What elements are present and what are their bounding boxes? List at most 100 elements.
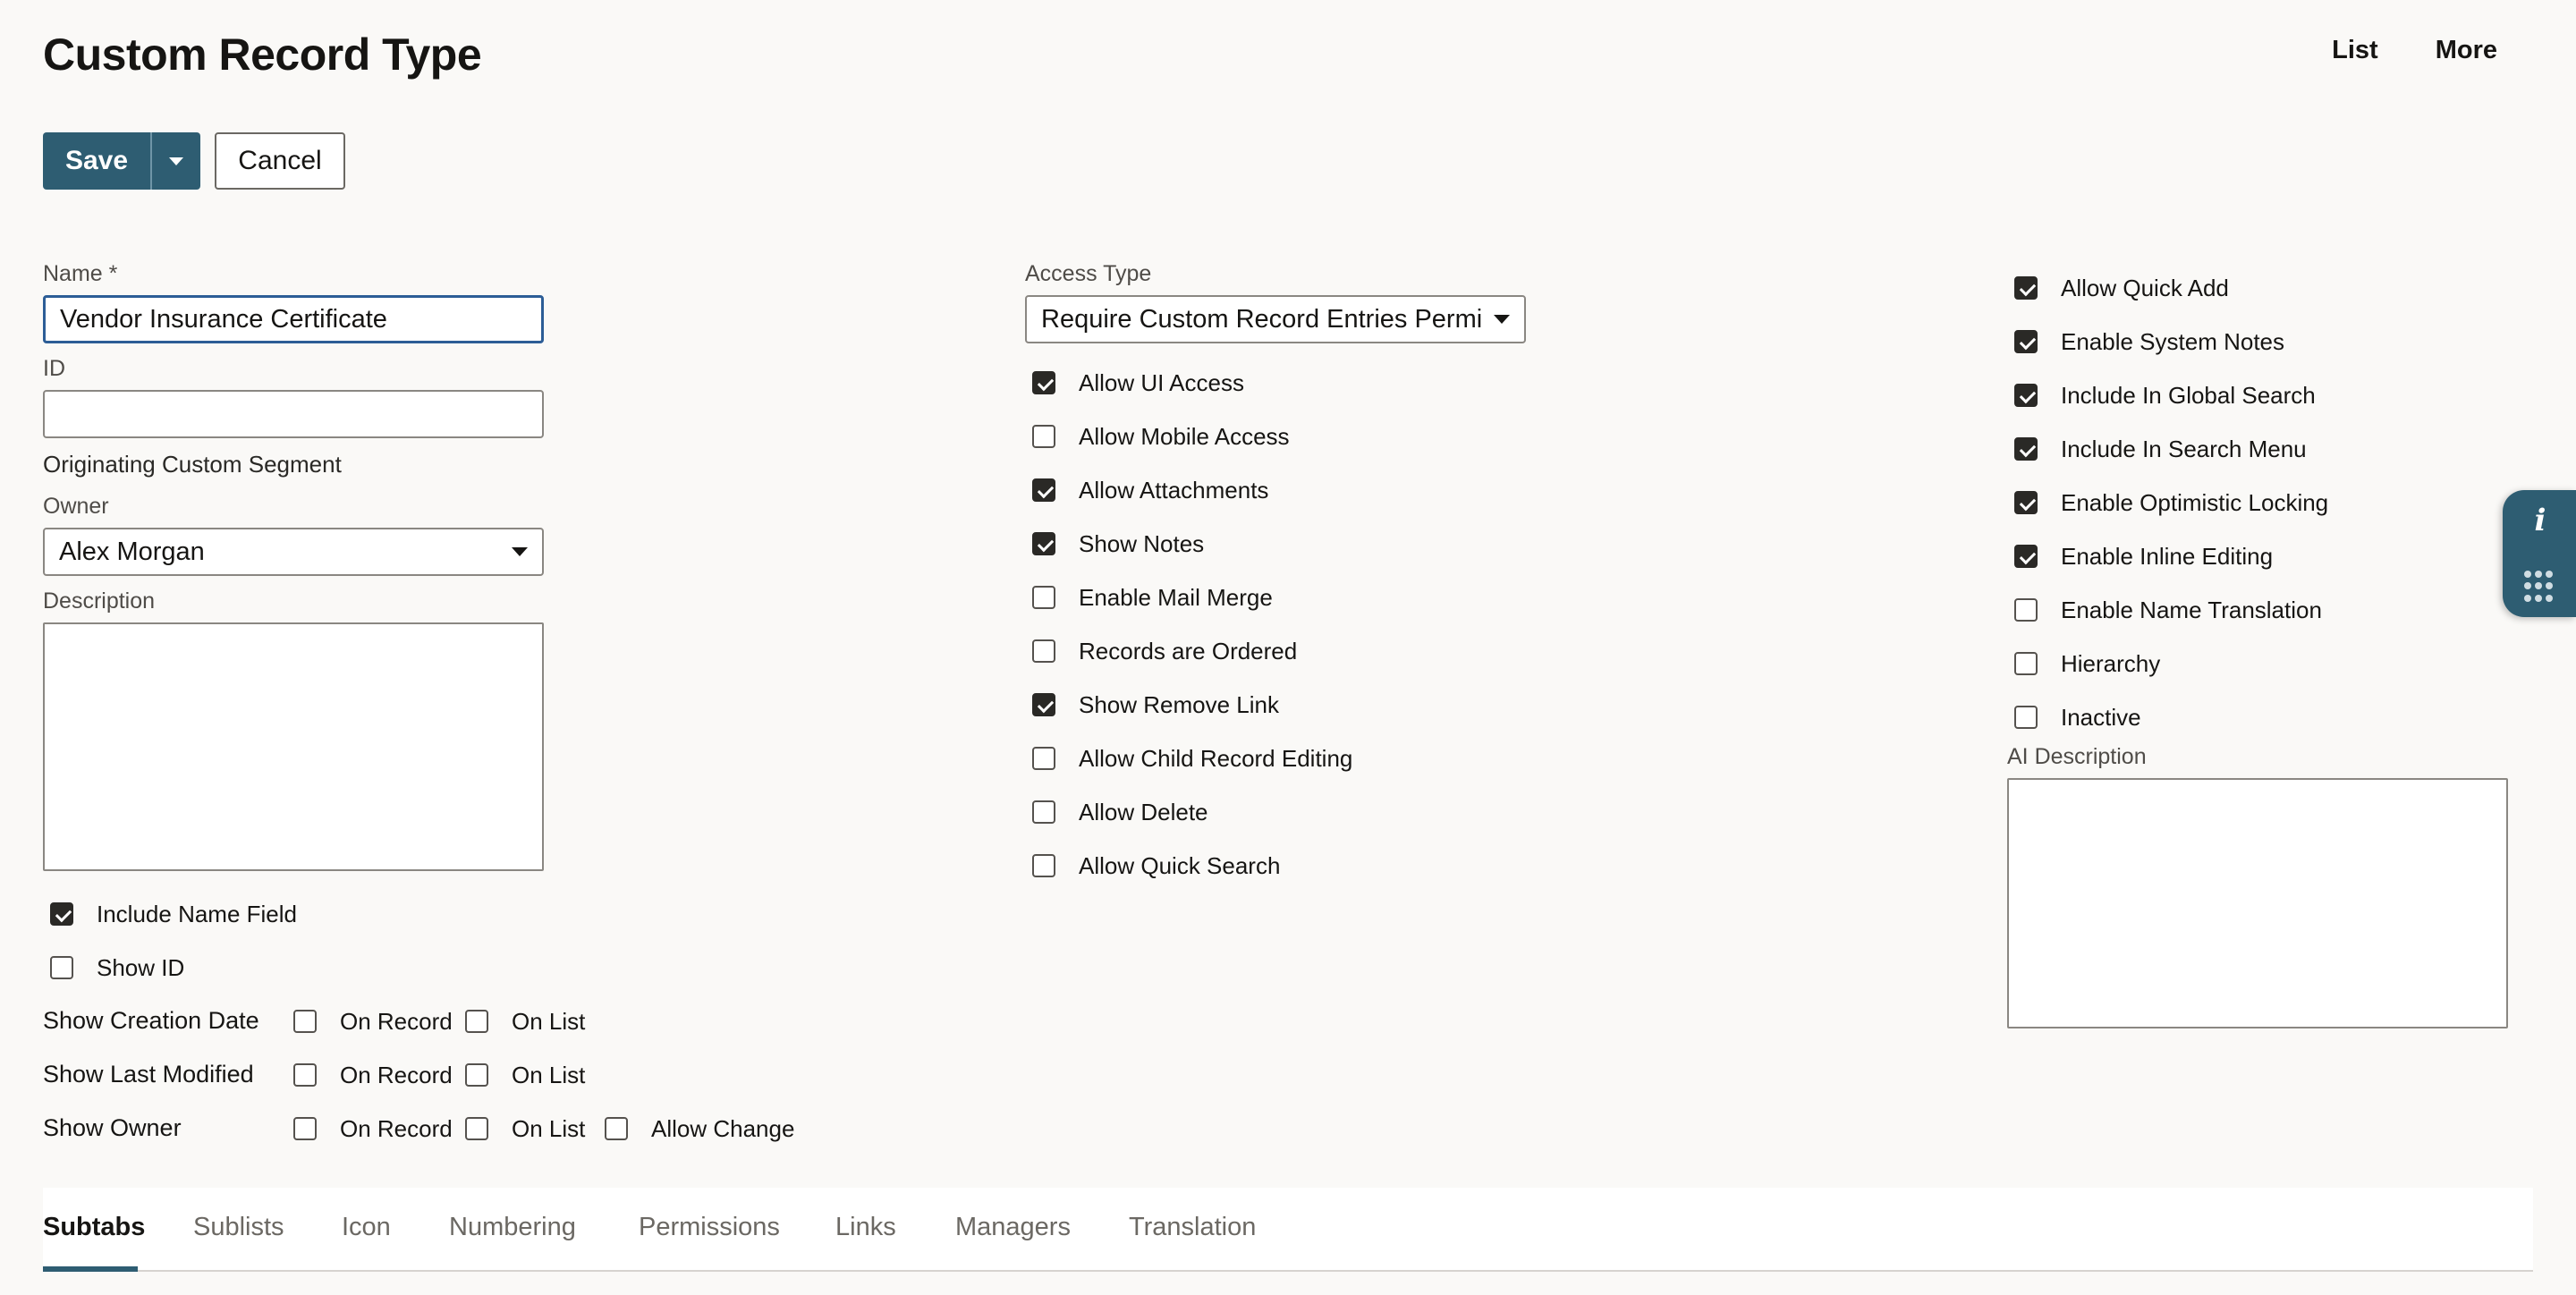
allow-quick-search-checkbox[interactable] — [1032, 854, 1055, 877]
access-type-select[interactable]: Require Custom Record Entries Permission — [1025, 295, 1526, 343]
name-field[interactable]: Vendor Insurance Certificate — [43, 295, 544, 343]
more-link[interactable]: More — [2436, 36, 2497, 65]
originating-custom-segment-label: Originating Custom Segment — [43, 451, 342, 478]
creation-date-on-record-checkbox[interactable] — [293, 1010, 317, 1033]
info-icon[interactable]: i — [2524, 504, 2556, 537]
last-modified-on-list-checkbox[interactable] — [465, 1063, 488, 1087]
apps-grid-icon[interactable] — [2524, 571, 2556, 603]
enable-inline-editing-label: Enable Inline Editing — [2061, 542, 2274, 570]
allow-delete-row: Allow Delete — [1032, 794, 1208, 830]
include-name-field-label: Include Name Field — [97, 900, 297, 927]
chevron-down-icon — [1494, 315, 1510, 324]
enable-system-notes-row: Enable System Notes — [2014, 324, 2284, 360]
owner-allow-change-label: Allow Change — [651, 1114, 795, 1142]
enable-mail-merge-row: Enable Mail Merge — [1032, 580, 1273, 615]
enable-optimistic-locking-row: Enable Optimistic Locking — [2014, 485, 2328, 521]
records-are-ordered-row: Records are Ordered — [1032, 633, 1297, 669]
last-modified-on-list-row: On List — [465, 1057, 585, 1093]
active-tab-indicator — [43, 1266, 138, 1272]
owner-select[interactable]: Alex Morgan — [43, 528, 544, 576]
save-options-dropdown[interactable] — [150, 132, 200, 190]
allow-ui-access-checkbox[interactable] — [1032, 371, 1055, 394]
tab-subtabs[interactable]: Subtabs — [43, 1213, 145, 1242]
records-are-ordered-checkbox[interactable] — [1032, 639, 1055, 663]
allow-quick-search-label: Allow Quick Search — [1079, 851, 1281, 879]
inactive-label: Inactive — [2061, 703, 2141, 731]
allow-attachments-checkbox[interactable] — [1032, 478, 1055, 502]
creation-date-on-list-checkbox[interactable] — [465, 1010, 488, 1033]
name-field-value: Vendor Insurance Certificate — [60, 304, 387, 334]
side-widget: i — [2503, 490, 2576, 617]
include-in-search-menu-checkbox[interactable] — [2014, 437, 2038, 461]
owner-allow-change-checkbox[interactable] — [605, 1117, 628, 1140]
creation-date-on-record-row: On Record — [293, 1003, 453, 1039]
id-label: ID — [43, 356, 65, 381]
show-id-checkbox[interactable] — [50, 956, 73, 979]
last-modified-on-record-label: On Record — [340, 1061, 453, 1088]
tab-numbering[interactable]: Numbering — [449, 1213, 576, 1242]
tab-links[interactable]: Links — [835, 1213, 896, 1242]
allow-mobile-access-label: Allow Mobile Access — [1079, 422, 1290, 450]
enable-inline-editing-checkbox[interactable] — [2014, 545, 2038, 568]
show-notes-row: Show Notes — [1032, 526, 1204, 562]
ai-description-label: AI Description — [2007, 744, 2147, 769]
enable-mail-merge-checkbox[interactable] — [1032, 586, 1055, 609]
allow-child-record-editing-checkbox[interactable] — [1032, 747, 1055, 770]
ai-description-textarea[interactable] — [2007, 778, 2508, 1028]
enable-optimistic-locking-checkbox[interactable] — [2014, 491, 2038, 514]
description-label: Description — [43, 588, 156, 614]
allow-attachments-label: Allow Attachments — [1079, 476, 1269, 504]
last-modified-on-record-checkbox[interactable] — [293, 1063, 317, 1087]
tab-managers[interactable]: Managers — [955, 1213, 1071, 1242]
show-notes-checkbox[interactable] — [1032, 532, 1055, 555]
include-name-field-checkbox[interactable] — [50, 902, 73, 926]
allow-quick-search-row: Allow Quick Search — [1032, 848, 1280, 884]
creation-date-on-record-label: On Record — [340, 1007, 453, 1035]
enable-name-translation-checkbox[interactable] — [2014, 598, 2038, 622]
chevron-down-icon — [169, 157, 183, 165]
chevron-down-icon — [512, 547, 528, 556]
allow-mobile-access-checkbox[interactable] — [1032, 425, 1055, 448]
show-remove-link-checkbox[interactable] — [1032, 693, 1055, 716]
access-type-select-value: Require Custom Record Entries Permission — [1041, 304, 1483, 334]
allow-ui-access-label: Allow UI Access — [1079, 368, 1244, 396]
allow-quick-add-label: Allow Quick Add — [2061, 274, 2229, 301]
hierarchy-checkbox[interactable] — [2014, 652, 2038, 675]
allow-quick-add-checkbox[interactable] — [2014, 276, 2038, 300]
owner-on-list-row: On List — [465, 1111, 585, 1147]
last-modified-on-record-row: On Record — [293, 1057, 453, 1093]
inactive-checkbox[interactable] — [2014, 706, 2038, 729]
owner-on-record-checkbox[interactable] — [293, 1117, 317, 1140]
owner-on-record-row: On Record — [293, 1111, 453, 1147]
enable-inline-editing-row: Enable Inline Editing — [2014, 538, 2273, 574]
save-button[interactable]: Save — [43, 132, 150, 190]
allow-delete-checkbox[interactable] — [1032, 800, 1055, 824]
enable-system-notes-label: Enable System Notes — [2061, 327, 2285, 355]
allow-child-record-editing-label: Allow Child Record Editing — [1079, 744, 1353, 772]
owner-on-list-checkbox[interactable] — [465, 1117, 488, 1140]
owner-select-value: Alex Morgan — [59, 537, 205, 566]
cancel-button[interactable]: Cancel — [215, 132, 345, 190]
show-remove-link-row: Show Remove Link — [1032, 687, 1279, 723]
hierarchy-label: Hierarchy — [2061, 649, 2161, 677]
access-type-label: Access Type — [1025, 261, 1152, 286]
allow-attachments-row: Allow Attachments — [1032, 472, 1268, 508]
list-link[interactable]: List — [2332, 36, 2378, 65]
include-name-field-row: Include Name Field — [50, 896, 297, 932]
tab-translation[interactable]: Translation — [1129, 1213, 1256, 1242]
id-field[interactable] — [43, 390, 544, 438]
enable-system-notes-checkbox[interactable] — [2014, 330, 2038, 353]
show-id-row: Show ID — [50, 950, 184, 986]
show-remove-link-label: Show Remove Link — [1079, 690, 1279, 718]
enable-name-translation-label: Enable Name Translation — [2061, 596, 2322, 623]
show-owner-label: Show Owner — [43, 1114, 182, 1141]
top-links: List More — [2332, 36, 2497, 65]
tab-permissions[interactable]: Permissions — [639, 1213, 780, 1242]
include-in-global-search-checkbox[interactable] — [2014, 384, 2038, 407]
tab-icon[interactable]: Icon — [342, 1213, 391, 1242]
include-in-global-search-row: Include In Global Search — [2014, 377, 2316, 413]
tab-sublists[interactable]: Sublists — [193, 1213, 284, 1242]
owner-allow-change-row: Allow Change — [605, 1111, 794, 1147]
show-notes-label: Show Notes — [1079, 529, 1205, 557]
description-textarea[interactable] — [43, 622, 544, 871]
